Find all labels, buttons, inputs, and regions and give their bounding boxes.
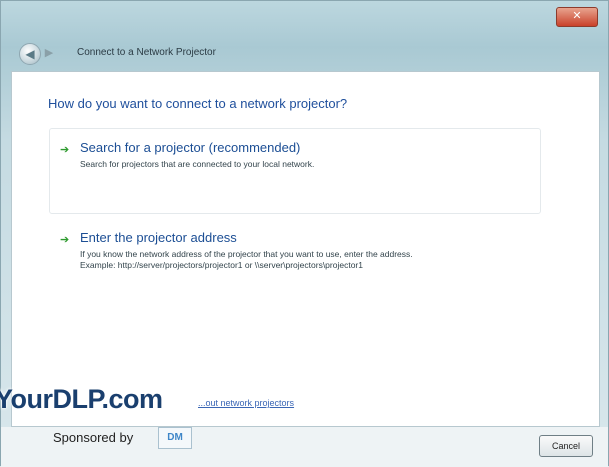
forward-button[interactable]: ▶ (42, 46, 56, 60)
sponsored-by-label: Sponsored by (53, 430, 134, 445)
option-description: If you know the network address of the p… (80, 249, 413, 270)
dialog-window: ✕ ◀ ▶ Connect to a Network Projector How… (0, 0, 609, 467)
help-link[interactable]: ...out network projectors (198, 398, 294, 408)
content-panel: How do you want to connect to a network … (11, 71, 600, 427)
page-question: How do you want to connect to a network … (48, 96, 348, 111)
option-description: Search for projectors that are connected… (80, 159, 315, 169)
close-button[interactable]: ✕ (556, 7, 598, 27)
cancel-button[interactable]: Cancel (539, 435, 593, 457)
forward-arrow-icon: ▶ (44, 47, 54, 59)
watermark-text: YourDLP.com (0, 384, 163, 414)
option-title: Enter the projector address (80, 230, 237, 245)
back-button[interactable]: ◀ (19, 43, 41, 65)
option-title: Search for a projector (recommended) (80, 140, 301, 155)
option-enter-address[interactable]: ➔ Enter the projector address If you kno… (49, 218, 541, 304)
back-arrow-icon: ◀ (25, 47, 35, 61)
green-arrow-icon: ➔ (60, 144, 70, 156)
sponsor-logo: DM (158, 427, 192, 449)
green-arrow-icon: ➔ (60, 234, 70, 246)
option-search-projector[interactable]: ➔ Search for a projector (recommended) S… (49, 128, 541, 214)
breadcrumb: Connect to a Network Projector (77, 47, 216, 58)
title-bar: ✕ (1, 1, 608, 39)
